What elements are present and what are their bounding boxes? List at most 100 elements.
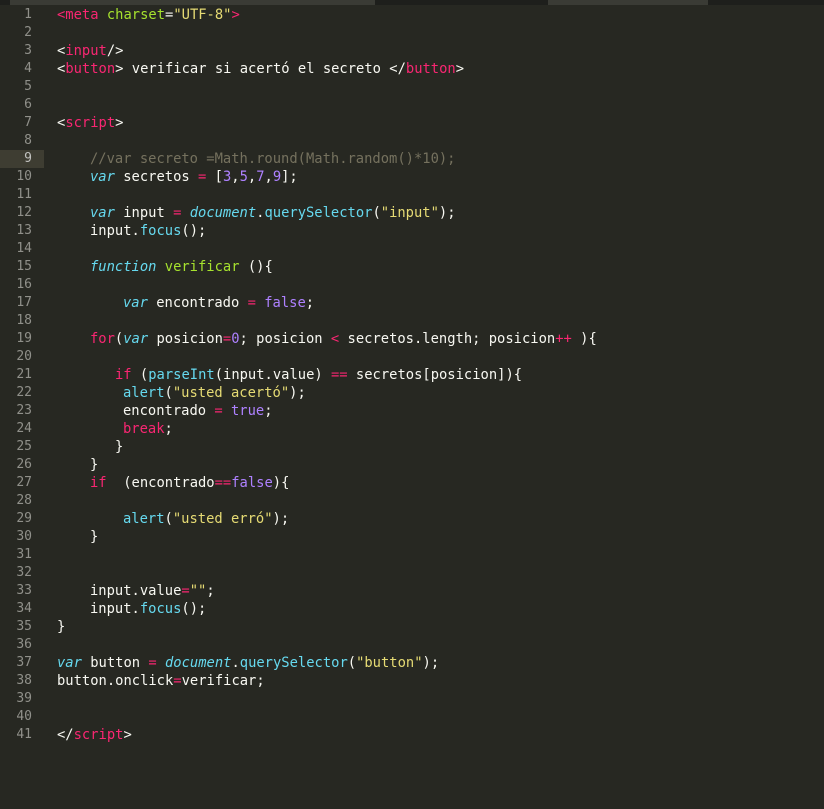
- code-token: (: [347, 655, 357, 671]
- code-token: (){: [239, 259, 273, 275]
- code-line[interactable]: 37 var button = document.querySelector("b…: [0, 654, 824, 672]
- code-token: ,: [231, 169, 240, 185]
- code-token: var: [57, 655, 82, 671]
- code-text: input.focus();: [90, 222, 206, 240]
- code-token: var: [90, 205, 115, 221]
- code-line[interactable]: 8: [0, 132, 824, 150]
- line-number: 7: [24, 115, 32, 130]
- code-token: for: [90, 331, 115, 347]
- code-token: verificar;: [181, 673, 265, 689]
- line-number: 18: [16, 313, 32, 328]
- code-token: if: [90, 475, 107, 491]
- code-line[interactable]: 11: [0, 186, 824, 204]
- code-line[interactable]: 13 input.focus();: [0, 222, 824, 240]
- code-token: />: [106, 43, 124, 59]
- line-number: 41: [16, 727, 32, 742]
- code-line[interactable]: 1 <meta charset="UTF-8">: [0, 6, 824, 24]
- code-line[interactable]: 6: [0, 96, 824, 114]
- code-line[interactable]: 19 for(var posicion=0; posicion < secreto…: [0, 330, 824, 348]
- code-text: </script>: [57, 726, 132, 744]
- code-token: <: [330, 331, 340, 347]
- code-token: button.onclick: [57, 673, 174, 689]
- code-text: }: [115, 438, 123, 456]
- code-token: if: [115, 367, 132, 383]
- code-token: verificar: [164, 259, 240, 275]
- code-line[interactable]: 33 input.value="";: [0, 582, 824, 600]
- code-line[interactable]: 26}: [0, 456, 824, 474]
- code-line[interactable]: 18: [0, 312, 824, 330]
- code-token: ++: [555, 331, 572, 347]
- code-line[interactable]: 14: [0, 240, 824, 258]
- code-editor[interactable]: 1 <meta charset="UTF-8"> 2 3 <input/> 4 <butto…: [0, 5, 824, 809]
- code-line[interactable]: 2: [0, 24, 824, 42]
- code-text: }: [57, 618, 65, 636]
- code-token: function: [90, 259, 157, 275]
- code-line[interactable]: 15 function verificar (){: [0, 258, 824, 276]
- code-text: encontrado = true;: [123, 402, 273, 420]
- code-token: parseInt: [148, 367, 215, 383]
- code-token: focus: [139, 601, 182, 617]
- line-number: 36: [16, 637, 32, 652]
- line-number: 33: [16, 583, 32, 598]
- code-line[interactable]: 40: [0, 708, 824, 726]
- code-token: =: [181, 583, 190, 599]
- line-number: 37: [16, 655, 32, 670]
- code-line[interactable]: 29 alert("usted erró");: [0, 510, 824, 528]
- code-text: alert("usted acertó");: [123, 384, 306, 402]
- code-token: "UTF-8": [173, 7, 232, 23]
- code-token: input: [114, 205, 174, 221]
- code-line[interactable]: 24 break;: [0, 420, 824, 438]
- code-line[interactable]: 41 </script>: [0, 726, 824, 744]
- code-line[interactable]: 3 <input/>: [0, 42, 824, 60]
- code-token: ;: [264, 403, 273, 419]
- code-line[interactable]: 10 var secretos = [3,5,7,9];: [0, 168, 824, 186]
- code-line[interactable]: 35}: [0, 618, 824, 636]
- code-line[interactable]: 34 input.focus();: [0, 600, 824, 618]
- code-token: secretos[posicion]){: [347, 367, 523, 383]
- code-line[interactable]: 17 var encontrado = false;: [0, 294, 824, 312]
- code-text: alert("usted erró");: [123, 510, 289, 528]
- code-token: script: [65, 115, 116, 131]
- code-line[interactable]: 30}: [0, 528, 824, 546]
- code-line[interactable]: 36: [0, 636, 824, 654]
- code-text: }: [90, 456, 98, 474]
- code-text: <input/>: [57, 42, 123, 60]
- line-number: 31: [16, 547, 32, 562]
- line-number: 17: [16, 295, 32, 310]
- code-token: (: [164, 385, 173, 401]
- code-line[interactable]: 16: [0, 276, 824, 294]
- code-line[interactable]: 28: [0, 492, 824, 510]
- line-number: 26: [16, 457, 32, 472]
- code-token: ){: [272, 475, 290, 491]
- code-token: ();: [181, 223, 207, 239]
- code-line[interactable]: 38 button.onclick=verificar;: [0, 672, 824, 690]
- line-number: 16: [16, 277, 32, 292]
- code-text: var secretos = [3,5,7,9];: [90, 168, 298, 186]
- code-line[interactable]: 9 //var secreto =Math.round(Math.random()…: [0, 150, 824, 168]
- code-text: <script>: [57, 114, 123, 132]
- code-line[interactable]: 31: [0, 546, 824, 564]
- code-line[interactable]: 22 alert("usted acertó");: [0, 384, 824, 402]
- line-number: 5: [24, 79, 32, 94]
- code-line[interactable]: 12 var input = document.querySelector("in…: [0, 204, 824, 222]
- code-line[interactable]: 25}: [0, 438, 824, 456]
- code-line[interactable]: 5: [0, 78, 824, 96]
- line-number: 11: [16, 187, 32, 202]
- code-token: ==: [214, 475, 232, 491]
- code-token: encontrado: [123, 403, 215, 419]
- code-line[interactable]: 32: [0, 564, 824, 582]
- line-number: 24: [16, 421, 32, 436]
- code-line[interactable]: 4 <button> verificar si acertó el secreto…: [0, 60, 824, 78]
- code-line[interactable]: 27 if (encontrado==false){: [0, 474, 824, 492]
- code-line[interactable]: 39: [0, 690, 824, 708]
- code-token: document: [189, 205, 257, 221]
- code-line[interactable]: 21 if (parseInt(input.value) == secretos[…: [0, 366, 824, 384]
- code-line[interactable]: 23 encontrado = true;: [0, 402, 824, 420]
- code-line[interactable]: 7 <script>: [0, 114, 824, 132]
- line-number: 29: [16, 511, 32, 526]
- line-number: 22: [16, 385, 32, 400]
- code-text: <button> verificar si acertó el secreto …: [57, 60, 464, 78]
- code-line[interactable]: 20: [0, 348, 824, 366]
